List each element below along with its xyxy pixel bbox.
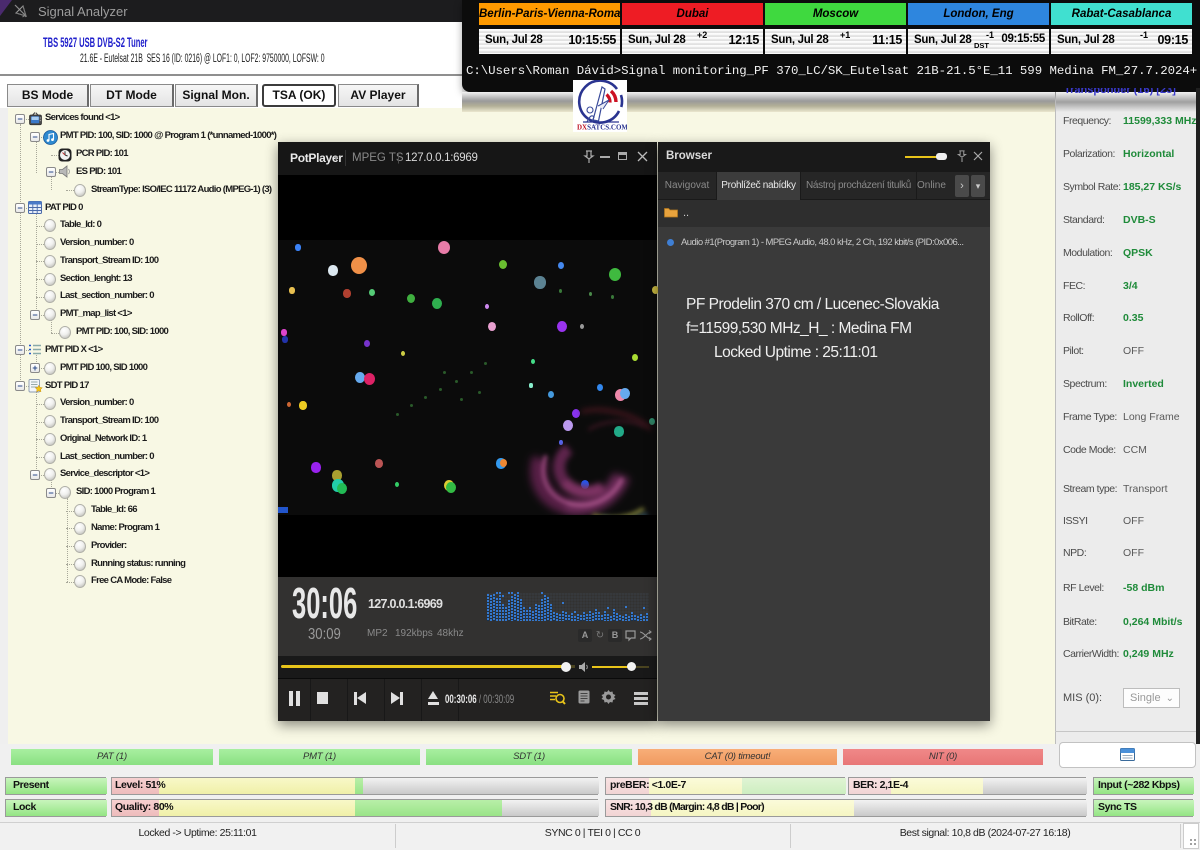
svg-text:DXSATCS.COM: DXSATCS.COM [577, 124, 627, 132]
